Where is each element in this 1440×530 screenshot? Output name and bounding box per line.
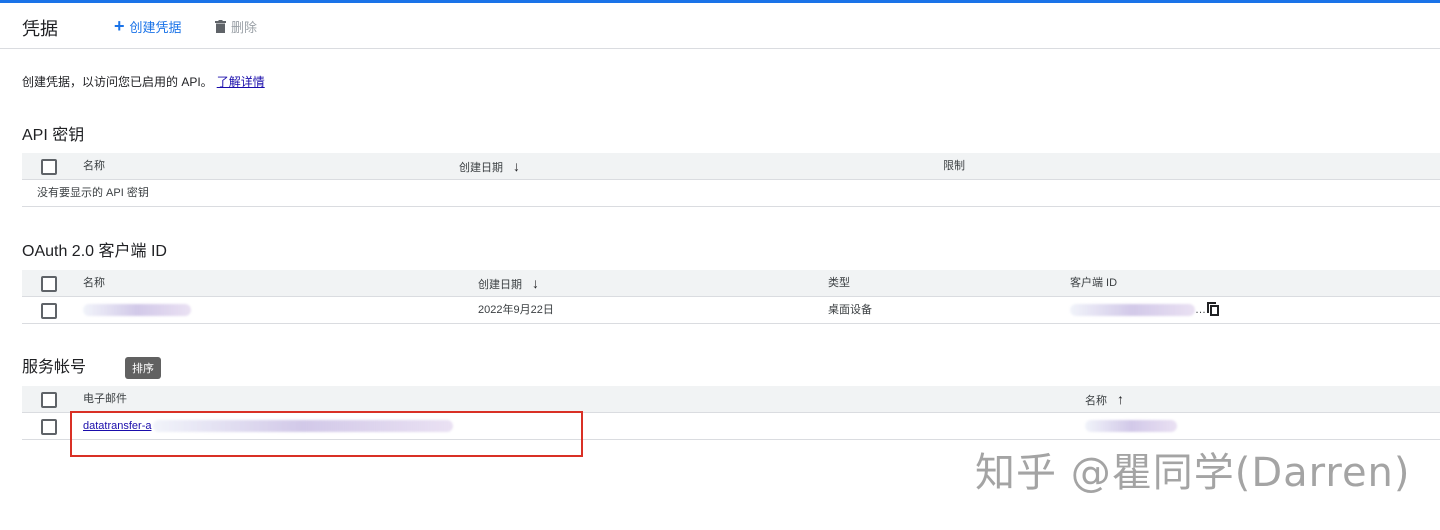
redacted-text: [83, 304, 191, 317]
create-credentials-button[interactable]: + 创建凭据: [114, 17, 182, 36]
redacted-text: [1070, 304, 1195, 317]
copy-icon[interactable]: [1207, 301, 1219, 316]
created-date: 2022年9月22日: [478, 304, 554, 316]
empty-message: 没有要显示的 API 密钥: [37, 187, 149, 199]
row-checkbox[interactable]: [41, 419, 57, 435]
learn-more-link[interactable]: 了解详情: [217, 75, 265, 89]
api-keys-table: 名称 创建日期 ↓ 限制 没有要显示的 API 密钥: [22, 153, 1440, 207]
select-all-checkbox[interactable]: [41, 159, 57, 175]
api-keys-header: 名称 创建日期 ↓ 限制: [22, 153, 1440, 180]
service-account-name: [1085, 413, 1177, 439]
column-name[interactable]: 名称 ↑: [1085, 386, 1124, 412]
oauth-table: 名称 创建日期 ↓ 类型 客户端 ID 2022年9月22日 桌面设备 …: [22, 270, 1440, 324]
column-email[interactable]: 电子邮件: [83, 386, 127, 412]
client-type: 桌面设备: [828, 304, 872, 316]
highlight-box: [70, 411, 583, 457]
column-name-label: 名称: [1085, 395, 1107, 407]
watermark: 知乎 @瞿同学(Darren): [975, 450, 1411, 496]
delete-button[interactable]: 删除: [215, 17, 257, 36]
arrow-up-icon[interactable]: ↑: [1117, 386, 1124, 412]
table-row: 2022年9月22日 桌面设备 …: [22, 297, 1440, 324]
service-accounts-title: 服务帐号: [22, 359, 87, 376]
intro-description: 创建凭据，以访问您已启用的 API。: [22, 75, 213, 89]
delete-label: 删除: [231, 20, 258, 35]
service-accounts-header: 电子邮件 名称 ↑: [22, 386, 1440, 413]
create-credentials-label: 创建凭据: [129, 20, 182, 35]
plus-icon: +: [114, 16, 125, 36]
column-client-id[interactable]: 客户端 ID: [1070, 270, 1117, 296]
column-created-date[interactable]: 创建日期 ↓: [459, 153, 520, 179]
column-restriction[interactable]: 限制: [943, 153, 965, 179]
select-all-checkbox[interactable]: [41, 276, 57, 292]
api-keys-title: API 密钥: [22, 127, 85, 144]
empty-row: 没有要显示的 API 密钥: [22, 180, 1440, 207]
toolbar: 凭据 + 创建凭据 删除: [0, 3, 1440, 49]
column-created-date[interactable]: 创建日期 ↓: [478, 270, 539, 296]
oauth-title: OAuth 2.0 客户端 ID: [22, 243, 167, 260]
sort-tooltip: 排序: [125, 357, 161, 379]
select-all-checkbox[interactable]: [41, 392, 57, 408]
trash-icon: [215, 20, 226, 33]
column-created-date-label: 创建日期: [459, 162, 503, 174]
column-type[interactable]: 类型: [828, 270, 850, 296]
page-title: 凭据: [22, 19, 58, 39]
row-checkbox[interactable]: [41, 303, 57, 319]
column-created-date-label: 创建日期: [478, 279, 522, 291]
arrow-down-icon[interactable]: ↓: [532, 270, 539, 296]
redacted-text: [1085, 420, 1177, 433]
column-name[interactable]: 名称: [83, 153, 105, 179]
oauth-header: 名称 创建日期 ↓ 类型 客户端 ID: [22, 270, 1440, 297]
arrow-down-icon[interactable]: ↓: [513, 153, 520, 179]
intro-text: 创建凭据，以访问您已启用的 API。 了解详情: [22, 73, 265, 90]
client-id: …: [1070, 297, 1219, 323]
client-name[interactable]: [83, 297, 191, 323]
column-name[interactable]: 名称: [83, 270, 105, 296]
client-id-ellipsis: …: [1195, 304, 1206, 316]
